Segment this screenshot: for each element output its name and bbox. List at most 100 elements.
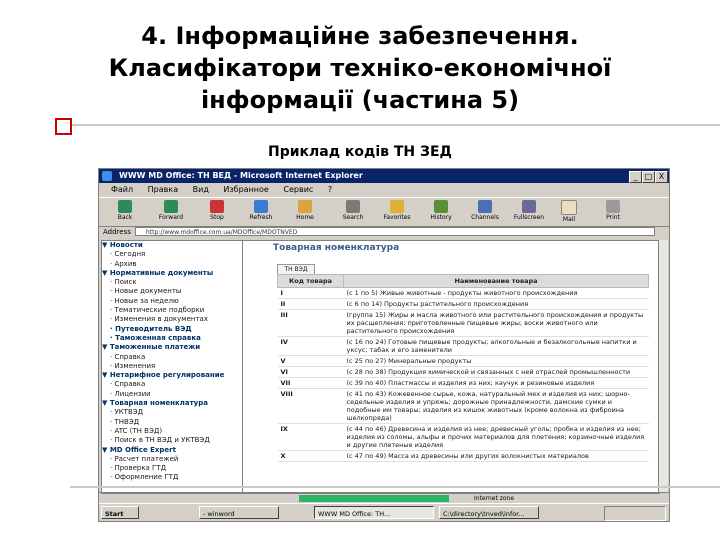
slide-title: 4. Інформаційне забезпечення. Класифікат…: [0, 20, 720, 116]
status-progress: [299, 495, 449, 502]
search-button[interactable]: Search: [331, 200, 375, 224]
nav-link[interactable]: · Путеводитель ВЭД: [102, 325, 242, 334]
nav-section-heading[interactable]: ▼ Товарная номенклатура: [102, 399, 242, 408]
taskbar-item-ie[interactable]: WWW MD Office: TH...: [314, 506, 434, 519]
row-name: (с 47 по 49) Масса из древесины или друг…: [343, 450, 649, 462]
print-button[interactable]: Print: [591, 200, 635, 224]
nav-link[interactable]: · УКТВЭД: [102, 408, 242, 417]
slide-subtitle: Приклад кодів ТН ЗЕД: [267, 144, 452, 160]
content-heading: Товарная номенклатура: [273, 243, 400, 253]
nav-link[interactable]: · ТНВЭД: [102, 418, 242, 427]
nav-section-heading[interactable]: ▼ Таможенные платежи: [102, 343, 242, 352]
nav-link[interactable]: · Поиск в ТН ВЭД и УКТВЭД: [102, 436, 242, 445]
window-title: WWW MD Office: TH ВЕД - Microsoft Intern…: [119, 171, 363, 180]
slide-title-line-2: Класифікатори техніко-економічної: [108, 54, 612, 82]
home-button[interactable]: Home: [283, 200, 327, 224]
table-row[interactable]: VIII (с 41 по 43) Кожевенное сырье, кожа,…: [277, 388, 649, 424]
forward-button[interactable]: Forward: [149, 200, 193, 224]
row-code: V: [277, 355, 344, 367]
nav-link[interactable]: · Поиск: [102, 278, 242, 287]
nav-link[interactable]: · Архив: [102, 260, 242, 269]
table-row[interactable]: VI (с 28 по 38) Продукция химической и св…: [277, 366, 649, 378]
menu-tools[interactable]: Сервис: [283, 185, 313, 194]
channels-button[interactable]: Channels: [463, 200, 507, 224]
refresh-button[interactable]: Refresh: [239, 200, 283, 224]
row-name: (с 25 по 27) Минеральные продукты: [343, 355, 649, 367]
bottom-divider: [70, 486, 720, 488]
table-row[interactable]: III (группа 15) Жиры и масла животного ил…: [277, 309, 649, 337]
fullscreen-icon: [522, 200, 536, 213]
stop-button[interactable]: Stop: [195, 200, 239, 224]
system-tray: [604, 506, 666, 521]
row-code: VII: [277, 377, 344, 389]
favorites-button[interactable]: Favorites: [375, 200, 419, 224]
nav-link[interactable]: · Проверка ГТД: [102, 464, 242, 473]
nav-link[interactable]: · ATC (TH ВЭД): [102, 427, 242, 436]
nav-link[interactable]: · Новые документы: [102, 287, 242, 296]
row-name: (с 6 по 14) Продукты растительного проис…: [343, 298, 649, 310]
nav-link[interactable]: · Оформление ГТД: [102, 473, 242, 482]
nav-link[interactable]: · Новые за неделю: [102, 297, 242, 306]
nav-link[interactable]: · Расчет платежей: [102, 455, 242, 464]
row-code: IX: [277, 423, 344, 451]
nav-link[interactable]: · Изменения: [102, 362, 242, 371]
row-code: VIII: [277, 388, 344, 424]
row-code: IV: [277, 336, 344, 356]
nav-link[interactable]: · Таможенная справка: [102, 334, 242, 343]
content-pane: Товарная номенклатура ТН ВЭД Код товара …: [242, 240, 660, 494]
minimize-button[interactable]: _: [629, 171, 642, 183]
table-row[interactable]: II (с 6 по 14) Продукты растительного про…: [277, 298, 649, 310]
table-row[interactable]: I (с 1 по 5) Живые животные - продукты жи…: [277, 287, 649, 299]
ie-logo-icon: [102, 171, 112, 181]
table-row[interactable]: IV (с 16 по 24) Готовые пищевые продукты;…: [277, 336, 649, 356]
nav-link[interactable]: · Справка: [102, 380, 242, 389]
menu-favorites[interactable]: Избранное: [223, 185, 268, 194]
taskbar-item-explorer[interactable]: C:\directory\tnved\infor...: [439, 506, 539, 519]
address-bar: Address http://www.mdoffice.com.ua/MDOff…: [99, 226, 669, 238]
nav-link[interactable]: · Лицензии: [102, 390, 242, 399]
vertical-scrollbar[interactable]: [658, 240, 668, 492]
mail-icon: [561, 200, 577, 215]
window-titlebar: WWW MD Office: TH ВЕД - Microsoft Intern…: [99, 169, 669, 183]
nav-section-heading[interactable]: ▼ MD Office Expert: [102, 446, 242, 455]
stop-icon: [210, 200, 224, 213]
slide-title-line-1: 4. Інформаційне забезпечення.: [141, 22, 579, 50]
menu-edit[interactable]: Правка: [148, 185, 178, 194]
nav-section-heading[interactable]: ▼ Нормативные документы: [102, 269, 242, 278]
close-button[interactable]: X: [655, 171, 668, 183]
nav-link[interactable]: · Изменения в документах: [102, 315, 242, 324]
table-row[interactable]: V (с 25 по 27) Минеральные продукты: [277, 355, 649, 367]
nav-link[interactable]: · Сегодня: [102, 250, 242, 259]
slide-title-line-3: інформації (частина 5): [200, 86, 520, 114]
row-code: III: [277, 309, 344, 337]
nav-link[interactable]: · Тематические подборки: [102, 306, 242, 315]
address-label: Address: [103, 228, 131, 236]
start-button[interactable]: Start: [101, 506, 139, 519]
nav-section-heading[interactable]: ▼ Новости: [102, 241, 242, 250]
address-input[interactable]: http://www.mdoffice.com.ua/MDOffice/MDOT…: [135, 227, 655, 236]
table-row[interactable]: X (с 47 по 49) Масса из древесины или дру…: [277, 450, 649, 462]
print-icon: [606, 200, 620, 213]
menu-file[interactable]: Файл: [111, 185, 133, 194]
table-row[interactable]: IX (с 44 по 46) Древесина и изделия из не…: [277, 423, 649, 451]
history-icon: [434, 200, 448, 213]
history-button[interactable]: History: [419, 200, 463, 224]
browser-toolbar: Back Forward Stop Refresh Home Search Fa…: [99, 197, 669, 227]
menu-help[interactable]: ?: [328, 185, 332, 194]
mail-button[interactable]: Mail: [547, 200, 591, 224]
nav-section-heading[interactable]: ▼ Нетарифное регулирование: [102, 371, 242, 380]
row-name: (с 1 по 5) Живые животные - продукты жив…: [343, 287, 649, 299]
fullscreen-button[interactable]: Fullscreen: [507, 200, 551, 224]
menu-bar: Файл Правка Вид Избранное Сервис ?: [99, 183, 669, 196]
goods-table: Код товара Наименование товара I (с 1 по …: [277, 274, 649, 462]
refresh-icon: [254, 200, 268, 213]
maximize-button[interactable]: □: [642, 171, 655, 183]
browser-screenshot: WWW MD Office: TH ВЕД - Microsoft Intern…: [98, 168, 670, 522]
back-button[interactable]: Back: [103, 200, 147, 224]
row-name: (с 16 по 24) Готовые пищевые продукты; а…: [343, 336, 649, 356]
taskbar-item-winword[interactable]: - winword: [199, 506, 279, 519]
col-name-header: Наименование товара: [343, 274, 649, 288]
table-row[interactable]: VII (с 39 по 40) Пластмассы и изделия из …: [277, 377, 649, 389]
menu-view[interactable]: Вид: [193, 185, 209, 194]
nav-link[interactable]: · Справка: [102, 353, 242, 362]
